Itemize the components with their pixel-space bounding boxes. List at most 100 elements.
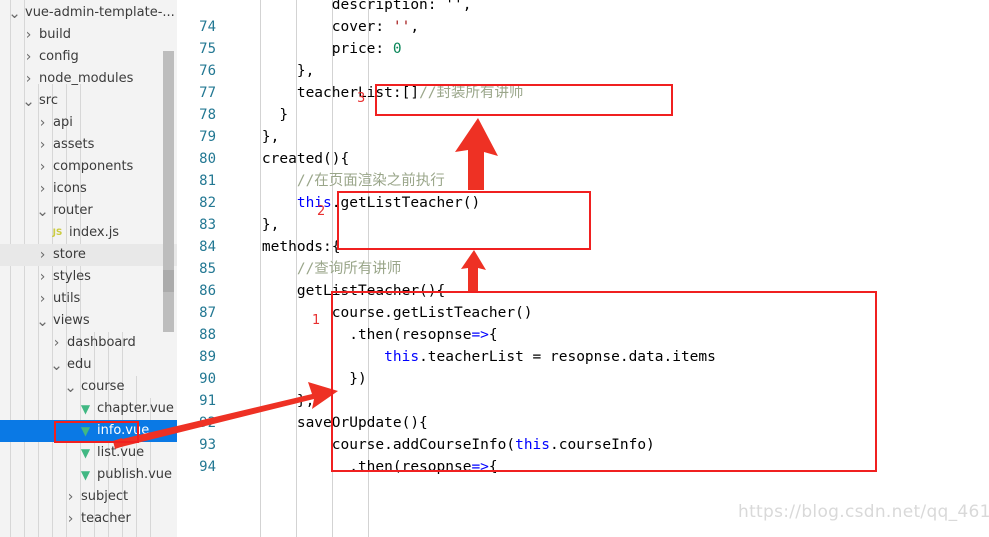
chevron-down-icon: ⌄ bbox=[64, 378, 77, 396]
chevron-right-icon: › bbox=[39, 137, 46, 153]
tree-item-label: assets bbox=[53, 137, 95, 152]
code-line-73-partial: description: '', bbox=[227, 0, 472, 13]
chevron-right-icon: › bbox=[39, 247, 46, 263]
tree-item-publish-vue[interactable]: ▼ publish.vue bbox=[0, 464, 177, 486]
code-line-80[interactable]: created(){ bbox=[227, 148, 349, 170]
code-line-92[interactable]: saveOrUpdate(){ bbox=[227, 412, 428, 434]
line-number-88: 88 bbox=[199, 327, 216, 343]
code-line-88[interactable]: .then(resopnse=>{ bbox=[227, 324, 497, 346]
annotation-number-3: 3 bbox=[357, 91, 366, 106]
code-line-91[interactable]: }, bbox=[227, 390, 314, 412]
tree-item-components[interactable]: › components bbox=[0, 156, 177, 178]
tree-item-label: src bbox=[39, 93, 58, 108]
line-number-75: 75 bbox=[199, 41, 216, 57]
tree-item-label: views bbox=[53, 313, 90, 328]
tree-item-node-modules[interactable]: › node_modules bbox=[0, 68, 177, 90]
chevron-right-icon: › bbox=[39, 181, 46, 197]
chevron-right-icon: › bbox=[39, 115, 46, 131]
code-line-81[interactable]: //在页面渲染之前执行 bbox=[227, 170, 445, 192]
tree-item-router[interactable]: ⌄ router bbox=[0, 200, 177, 222]
line-number-86: 86 bbox=[199, 283, 216, 299]
code-line-79[interactable]: }, bbox=[227, 126, 279, 148]
code-line-74[interactable]: cover: '', bbox=[227, 16, 419, 38]
code-line-75[interactable]: price: 0 bbox=[227, 38, 402, 60]
line-number-85: 85 bbox=[199, 261, 216, 277]
tree-item-subject[interactable]: › subject bbox=[0, 486, 177, 508]
code-line-90[interactable]: }) bbox=[227, 368, 366, 390]
code-line-77[interactable]: teacherList:[]//封装所有讲师 bbox=[227, 82, 524, 104]
line-number-92: 92 bbox=[199, 415, 216, 431]
explorer-scrollbar-thumb[interactable] bbox=[163, 270, 174, 292]
code-line-85[interactable]: //查询所有讲师 bbox=[227, 258, 401, 280]
explorer-scrollbar[interactable] bbox=[163, 51, 174, 332]
chevron-right-icon: › bbox=[67, 489, 74, 505]
line-number-83: 83 bbox=[199, 217, 216, 233]
tree-item-api[interactable]: › api bbox=[0, 112, 177, 134]
chevron-right-icon: › bbox=[25, 71, 32, 87]
line-number-gutter: 74 75 76 77 78 79 80 81 82 83 84 85 86 87 88 89 90 91 92 93… bbox=[177, 0, 222, 537]
line-number-77: 77 bbox=[199, 85, 216, 101]
code-line-82[interactable]: this.getListTeacher() bbox=[227, 192, 480, 214]
screenshot-root: ⌄ vue-admin-template-... › build › config › nod… bbox=[0, 0, 989, 537]
line-number-74: 74 bbox=[199, 19, 216, 35]
tree-item-label: edu bbox=[67, 357, 92, 372]
vue-file-icon: ▼ bbox=[80, 424, 91, 438]
tree-item-store[interactable]: › store bbox=[0, 244, 177, 266]
code-line-86[interactable]: getListTeacher(){ bbox=[227, 280, 445, 302]
tree-item-styles[interactable]: › styles bbox=[0, 266, 177, 288]
line-number-80: 80 bbox=[199, 151, 216, 167]
chevron-right-icon: › bbox=[39, 159, 46, 175]
tree-item-src[interactable]: ⌄ src bbox=[0, 90, 177, 112]
code-line-84[interactable]: methods:{ bbox=[227, 236, 341, 258]
code-line-78[interactable]: } bbox=[227, 104, 288, 126]
tree-item-label: icons bbox=[53, 181, 87, 196]
code-line-93[interactable]: course.addCourseInfo(this.courseInfo) bbox=[227, 434, 655, 456]
tree-item-assets[interactable]: › assets bbox=[0, 134, 177, 156]
line-number-84: 84 bbox=[199, 239, 216, 255]
tree-item-course[interactable]: ⌄ course bbox=[0, 376, 177, 398]
line-number-87: 87 bbox=[199, 305, 216, 321]
code-line-94[interactable]: .then(resopnse=>{ bbox=[227, 456, 497, 478]
tree-item-label: chapter.vue bbox=[97, 401, 174, 416]
tree-item-vue-admin-template-[interactable]: ⌄ vue-admin-template-... bbox=[0, 2, 177, 24]
tree-item-views[interactable]: ⌄ views bbox=[0, 310, 177, 332]
chevron-right-icon: › bbox=[25, 49, 32, 65]
chevron-down-icon: ⌄ bbox=[22, 92, 35, 110]
chevron-right-icon: › bbox=[53, 335, 60, 351]
tree-item-label: components bbox=[53, 159, 134, 174]
tree-item-label: course bbox=[81, 379, 125, 394]
tree-item-icons[interactable]: › icons bbox=[0, 178, 177, 200]
code-line-87[interactable]: course.getListTeacher() bbox=[227, 302, 533, 324]
tree-item-teacher[interactable]: › teacher bbox=[0, 508, 177, 530]
tree-item-label: dashboard bbox=[67, 335, 136, 350]
code-editor[interactable]: 74 75 76 77 78 79 80 81 82 83 84 85 86 87 88 89 90 91 92 93… bbox=[177, 0, 989, 537]
tree-item-label: list.vue bbox=[97, 445, 145, 460]
tree-item-build[interactable]: › build bbox=[0, 24, 177, 46]
tree-item-label: node_modules bbox=[39, 71, 134, 86]
tree-item-label: router bbox=[53, 203, 93, 218]
chevron-down-icon: ⌄ bbox=[36, 312, 49, 330]
chevron-down-icon: ⌄ bbox=[50, 356, 63, 374]
tree-item-dashboard[interactable]: › dashboard bbox=[0, 332, 177, 354]
tree-item-chapter-vue[interactable]: ▼ chapter.vue bbox=[0, 398, 177, 420]
tree-item-label: subject bbox=[81, 489, 129, 504]
tree-item-edu[interactable]: ⌄ edu bbox=[0, 354, 177, 376]
tree-item-label: teacher bbox=[81, 511, 131, 526]
tree-item-label: config bbox=[39, 49, 79, 64]
tree-item-list-vue[interactable]: ▼ list.vue bbox=[0, 442, 177, 464]
tree-item-label: api bbox=[53, 115, 73, 130]
tree-item-info-vue[interactable]: ▼ info.vue bbox=[0, 420, 177, 442]
code-line-83[interactable]: }, bbox=[227, 214, 279, 236]
tree-item-label: styles bbox=[53, 269, 91, 284]
code-line-89[interactable]: this.teacherList = resopnse.data.items bbox=[227, 346, 716, 368]
js-file-icon: JS bbox=[52, 228, 63, 238]
line-number-81: 81 bbox=[199, 173, 216, 189]
tree-item-label: info.vue bbox=[97, 423, 150, 438]
line-number-89: 89 bbox=[199, 349, 216, 365]
code-line-76[interactable]: }, bbox=[227, 60, 314, 82]
tree-item-utils[interactable]: › utils bbox=[0, 288, 177, 310]
tree-item-index-js[interactable]: JS index.js bbox=[0, 222, 177, 244]
tree-item-config[interactable]: › config bbox=[0, 46, 177, 68]
tree-item-label: store bbox=[53, 247, 86, 262]
line-number-94: 94 bbox=[199, 459, 216, 475]
